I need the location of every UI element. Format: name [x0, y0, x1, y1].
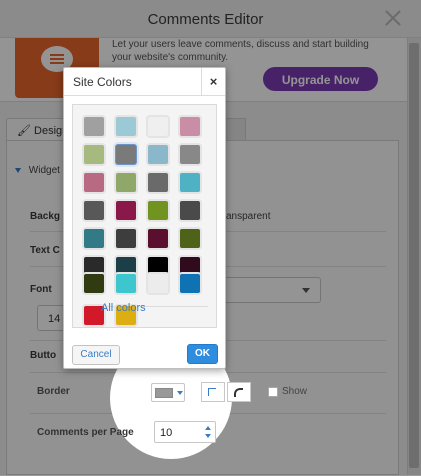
color-swatch[interactable]: [180, 229, 200, 248]
border-label: Border: [37, 386, 70, 397]
popup-header: Site Colors ×: [64, 68, 225, 96]
site-colors-popup: Site Colors × Cancel OK: [63, 67, 226, 369]
color-swatch[interactable]: [180, 201, 200, 220]
color-swatch[interactable]: [180, 145, 200, 164]
color-swatch[interactable]: [84, 201, 104, 220]
square-corner-icon: [208, 388, 216, 396]
color-swatch[interactable]: [116, 117, 136, 136]
color-swatch[interactable]: [148, 201, 168, 220]
color-swatch[interactable]: [116, 274, 136, 293]
spin-up-icon[interactable]: [205, 426, 211, 430]
color-swatch[interactable]: [148, 145, 168, 164]
rounded-corner-icon: [234, 388, 243, 397]
swatch-grid: [72, 104, 217, 328]
color-swatch[interactable]: [116, 145, 136, 164]
close-icon[interactable]: ×: [201, 68, 225, 96]
color-swatch[interactable]: [84, 229, 104, 248]
color-swatch[interactable]: [84, 173, 104, 192]
color-swatch: [155, 388, 173, 398]
chevron-down-icon: [177, 391, 183, 395]
color-swatch[interactable]: [116, 229, 136, 248]
color-swatch[interactable]: [148, 274, 168, 293]
popup-footer: Cancel OK: [64, 336, 225, 368]
color-swatch[interactable]: [180, 173, 200, 192]
color-swatch[interactable]: [116, 201, 136, 220]
spin-down-icon[interactable]: [205, 434, 211, 438]
comments-per-page-label: Comments per Page: [37, 427, 134, 438]
show-checkbox[interactable]: [268, 387, 278, 397]
all-colors-link[interactable]: All colors: [101, 302, 146, 314]
color-swatch[interactable]: [84, 145, 104, 164]
show-label: Show: [282, 386, 308, 397]
color-swatch[interactable]: [84, 117, 104, 136]
border-color-picker[interactable]: [151, 383, 185, 402]
cancel-button[interactable]: Cancel: [72, 345, 120, 365]
popup-title: Site Colors: [73, 75, 132, 89]
color-swatch[interactable]: [148, 117, 168, 136]
color-swatch[interactable]: [180, 274, 200, 293]
comments-per-page-input[interactable]: 10: [154, 421, 216, 443]
color-swatch[interactable]: [116, 173, 136, 192]
comments-per-page-value: 10: [160, 427, 173, 439]
color-swatch[interactable]: [148, 229, 168, 248]
rounded-corners-button[interactable]: [227, 382, 251, 402]
color-swatch[interactable]: [148, 173, 168, 192]
ok-button[interactable]: OK: [187, 344, 218, 364]
color-swatch[interactable]: [180, 117, 200, 136]
color-swatch[interactable]: [84, 274, 104, 293]
square-corners-button[interactable]: [201, 382, 225, 402]
